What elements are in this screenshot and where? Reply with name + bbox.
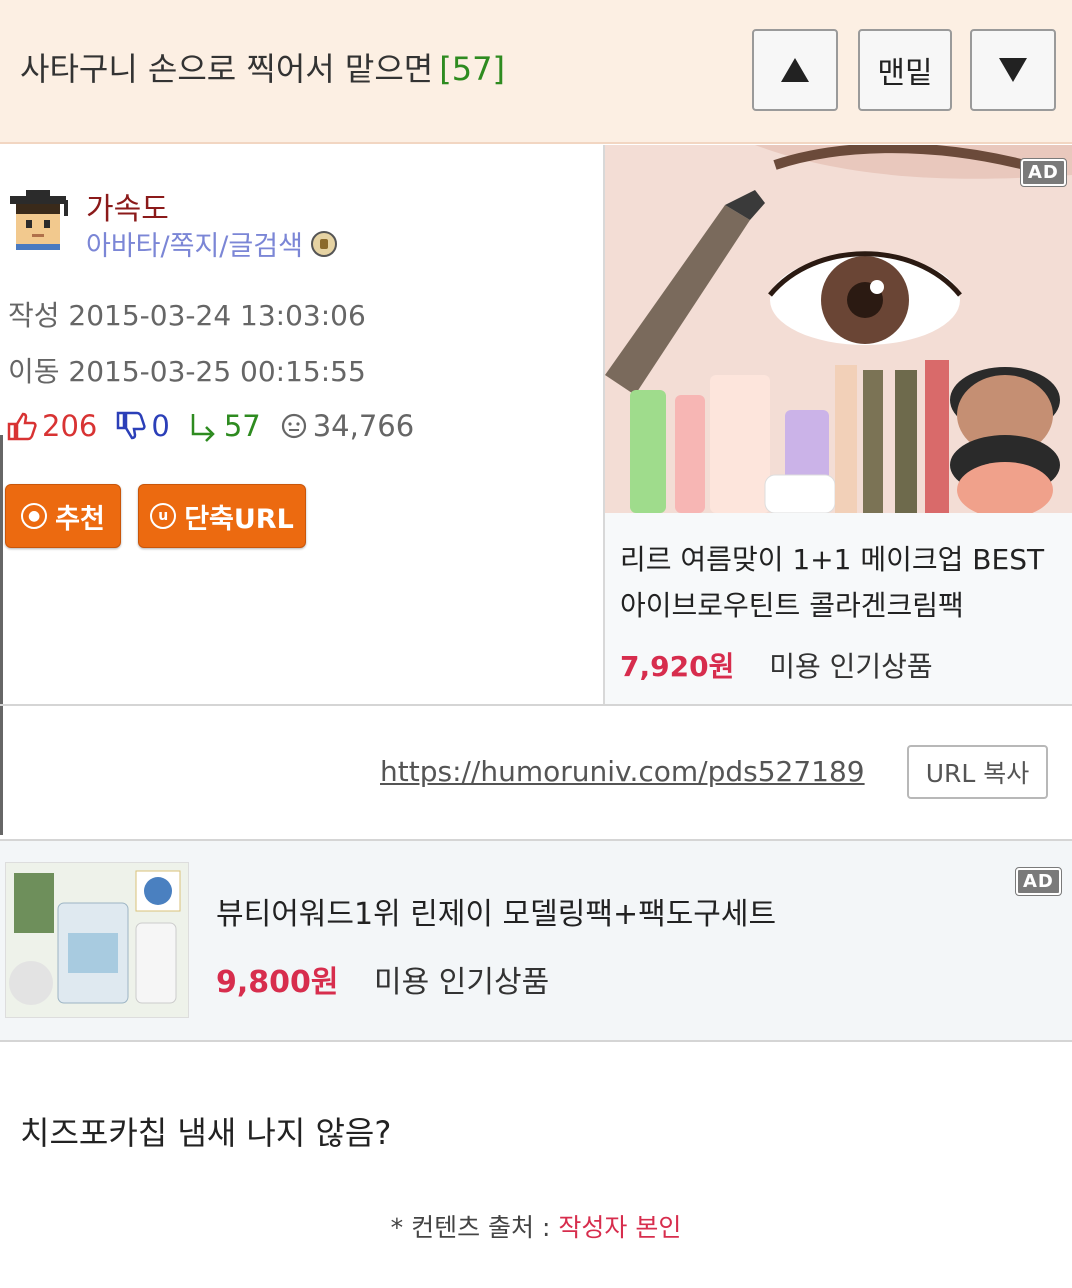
ad-title[interactable]: 리르 여름맞이 1+1 메이크업 BEST 아이브로우틴트 콜라겐크림팩: [620, 537, 1070, 629]
divider: [0, 704, 1072, 706]
triangle-down-icon: [999, 58, 1027, 82]
moved-date: 이동 2015-03-25 00:15:55: [8, 355, 366, 388]
avatar-icon[interactable]: [6, 186, 70, 250]
thumbs-down-icon: [117, 411, 146, 440]
ad-title[interactable]: 뷰티어워드1위 린제이 모델링팩+팩도구세트: [216, 889, 776, 933]
ad-price-row: 7,920원 미용 인기상품: [620, 645, 933, 685]
dislike-stat: 0: [115, 409, 170, 443]
post-body-text: 치즈포카칩 냄새 나지 않음?: [20, 1114, 392, 1152]
ad-image-illustration: [605, 145, 1072, 513]
author-name[interactable]: 가속도: [86, 184, 169, 228]
like-stat: 206: [6, 409, 97, 443]
ad-image-illustration: [6, 863, 188, 1017]
post-url-link[interactable]: https://humoruniv.com/pds527189: [380, 755, 865, 788]
ad-card-cosmetics[interactable]: AD 리르 여름맞이 1+1 메이크업 BEST 아이브로우틴트 콜라겐크림팩 …: [603, 145, 1072, 705]
circle-u-icon: u: [150, 503, 177, 529]
source-value: 작성자 본인: [558, 1213, 682, 1242]
ad-card-facepack[interactable]: 뷰티어워드1위 린제이 모델링팩+팩도구세트 9,800원 미용 인기상품 AD: [0, 841, 1072, 1041]
scroll-up-button[interactable]: [752, 29, 838, 111]
ad-category: 미용 인기상품: [374, 965, 550, 1000]
reply-count: 57: [223, 409, 261, 443]
post-title-text: 사타구니 손으로 찍어서 맡으면: [20, 50, 434, 88]
views-stat: 34,766: [279, 409, 414, 443]
ad-category: 미용 인기상품: [769, 650, 933, 683]
created-date: 작성 2015-03-24 13:03:06: [8, 299, 366, 332]
short-url-button[interactable]: u 단축URL: [138, 484, 306, 548]
short-url-label: 단축URL: [184, 503, 294, 535]
scroll-down-button[interactable]: [970, 29, 1056, 111]
ad-product-image[interactable]: [5, 862, 189, 1018]
post-title: 사타구니 손으로 찍어서 맡으면 [57]: [20, 44, 505, 90]
post-stats: 206 0 57 34,766: [6, 406, 432, 446]
badge-icon: [310, 230, 337, 257]
comment-count[interactable]: [57]: [439, 50, 505, 88]
divider: [0, 1040, 1072, 1042]
ad-badge: AD: [1015, 867, 1062, 896]
ad-price-row: 9,800원 미용 인기상품: [216, 957, 549, 1001]
reply-stat: 57: [188, 409, 261, 443]
url-copy-button[interactable]: URL 복사: [907, 745, 1048, 799]
dislike-count: 0: [151, 409, 170, 443]
circle-dot-icon: ●: [21, 503, 48, 529]
source-label: * 컨텐츠 출처 :: [390, 1213, 559, 1242]
recommend-button[interactable]: ● 추천: [5, 484, 121, 548]
post-header: 사타구니 손으로 찍어서 맡으면 [57] 맨밑: [0, 0, 1072, 144]
thumbs-up-icon: [7, 412, 37, 441]
scroll-bottom-button[interactable]: 맨밑: [858, 29, 952, 111]
author-links-text[interactable]: 아바타/쪽지/글검색: [86, 224, 303, 263]
left-border: [0, 435, 3, 835]
ad-product-image[interactable]: AD: [605, 145, 1072, 513]
recommend-label: 추천: [55, 503, 105, 535]
triangle-up-icon: [781, 58, 809, 82]
ad-price: 7,920원: [620, 650, 735, 683]
ad-price: 9,800원: [216, 965, 339, 1000]
author-links: 아바타/쪽지/글검색: [86, 224, 337, 263]
reply-arrow-icon: [191, 414, 215, 442]
ad-badge: AD: [1020, 158, 1067, 187]
view-count: 34,766: [312, 409, 415, 443]
content-source: * 컨텐츠 출처 : 작성자 본인: [0, 1208, 1072, 1244]
like-count: 206: [42, 409, 98, 443]
eye-smile-icon: [281, 413, 306, 439]
